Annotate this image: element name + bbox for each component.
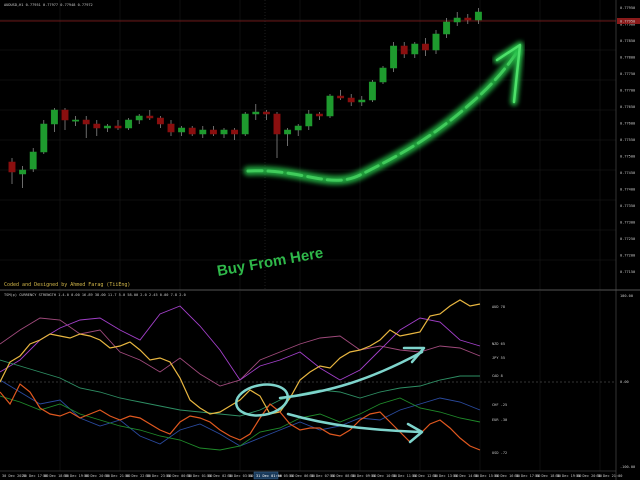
candle-body (72, 119, 80, 122)
candle-body (231, 129, 239, 135)
candle-body (125, 119, 133, 129)
indicator-scale-label: 0.00 (620, 380, 629, 384)
candle-body (326, 95, 334, 117)
candle-body (443, 21, 451, 35)
candle-body (114, 125, 122, 129)
candle-body (379, 67, 387, 83)
credit-text: Coded and Designed by Ahmed Farag (TiiEn… (4, 282, 130, 288)
price-scale-label: 0.77350 (620, 204, 635, 208)
candle-body (167, 123, 175, 133)
candle-body (103, 125, 111, 129)
currency-tag-nzd: NZD 65 (492, 342, 505, 346)
currency-tag-eur: EUR -30 (492, 418, 507, 422)
candle-body (220, 129, 228, 135)
candle-body (40, 123, 48, 153)
candle-body (50, 109, 58, 125)
candle-body (464, 17, 472, 21)
indicator-panel[interactable]: TSM(p) CURRENCY STRENGTH 1.4.0 0.00 16.8… (0, 291, 635, 471)
candle-body (273, 113, 281, 135)
price-scale-label: 0.77300 (620, 221, 635, 225)
candle-body (93, 123, 101, 129)
candle-body (188, 127, 196, 135)
candle-body (135, 115, 143, 121)
price-scale-label: 0.77200 (620, 254, 635, 258)
bid-price-text: 0.77950 (620, 20, 635, 24)
price-scale-label: 0.77800 (620, 56, 635, 60)
chart-info-text: AUDUSD,H1 0.77951 0.77977 0.77948 0.7797… (4, 3, 93, 7)
candle-body (411, 43, 419, 55)
price-scale-label: 0.77550 (620, 138, 635, 142)
candle-body (241, 113, 249, 135)
candle-body (294, 125, 302, 131)
candle-body (252, 111, 260, 115)
candle-body (61, 109, 69, 121)
time-badge: 31 Dec 01:00 (256, 474, 282, 478)
chart-canvas[interactable]: AUDUSD,H1 0.77951 0.77977 0.77948 0.7797… (0, 0, 640, 480)
price-scale-label: 0.77500 (620, 155, 635, 159)
candle-body (209, 129, 217, 135)
currency-tag-chf: CHF -25 (492, 403, 507, 407)
candle-body (284, 129, 292, 135)
time-axis[interactable]: 30 Dec 202030 Dec 17:0030 Dec 18:0030 De… (0, 470, 640, 480)
candle-body (262, 111, 270, 115)
currency-tag-usd: USD -72 (492, 451, 507, 455)
candle-body (347, 97, 355, 103)
indicator-scale[interactable]: 100.00 0.00 -100.00 (620, 294, 635, 469)
price-scale-label: 0.77750 (620, 72, 635, 76)
price-scale-label: 0.77400 (620, 188, 635, 192)
currency-tag-cad: CAD 8 (492, 374, 503, 378)
time-labels: 30 Dec 202030 Dec 17:0030 Dec 18:0030 De… (2, 474, 622, 478)
candle-body (178, 127, 186, 133)
candle-body (453, 17, 461, 23)
price-scale-label: 0.77950 (620, 6, 635, 10)
price-scale-label: 0.77150 (620, 270, 635, 274)
indicator-scale-label: -100.00 (620, 465, 635, 469)
currency-tag-jpy: JPY 55 (492, 356, 505, 360)
candle-body (146, 115, 154, 119)
candle-body (390, 45, 398, 69)
price-scale[interactable]: 0.779500.779000.778500.778000.777500.777… (617, 6, 640, 274)
candle-body (368, 81, 376, 101)
candle-body (199, 129, 207, 135)
time-label: 31 Dec 21:00 (597, 474, 623, 478)
candle-body (432, 33, 440, 51)
candle-body (156, 117, 164, 125)
candle-body (358, 99, 366, 103)
indicator-panel-bg (0, 291, 616, 471)
price-scale-label: 0.77850 (620, 39, 635, 43)
candle-body (19, 169, 27, 175)
candle-body (400, 45, 408, 55)
price-scale-label: 0.77250 (620, 237, 635, 241)
currency-tag-aud: AUD 78 (492, 305, 505, 309)
indicator-info-text: TSM(p) CURRENCY STRENGTH 1.4.0 0.00 16.8… (4, 293, 186, 297)
price-scale-label: 0.77450 (620, 171, 635, 175)
price-scale-label: 0.77650 (620, 105, 635, 109)
candle-body (305, 113, 313, 127)
candle-body (315, 113, 323, 117)
indicator-scale-label: 100.00 (620, 294, 633, 298)
price-scale-label: 0.77600 (620, 122, 635, 126)
candle-body (421, 43, 429, 51)
candle-body (8, 161, 16, 173)
candle-body (337, 95, 345, 99)
candle-body (474, 11, 482, 21)
trading-chart-window[interactable]: AUDUSD,H1 0.77951 0.77977 0.77948 0.7797… (0, 0, 640, 480)
price-scale-label: 0.77700 (620, 89, 635, 93)
candle-body (82, 119, 90, 125)
candle-body (29, 151, 37, 170)
